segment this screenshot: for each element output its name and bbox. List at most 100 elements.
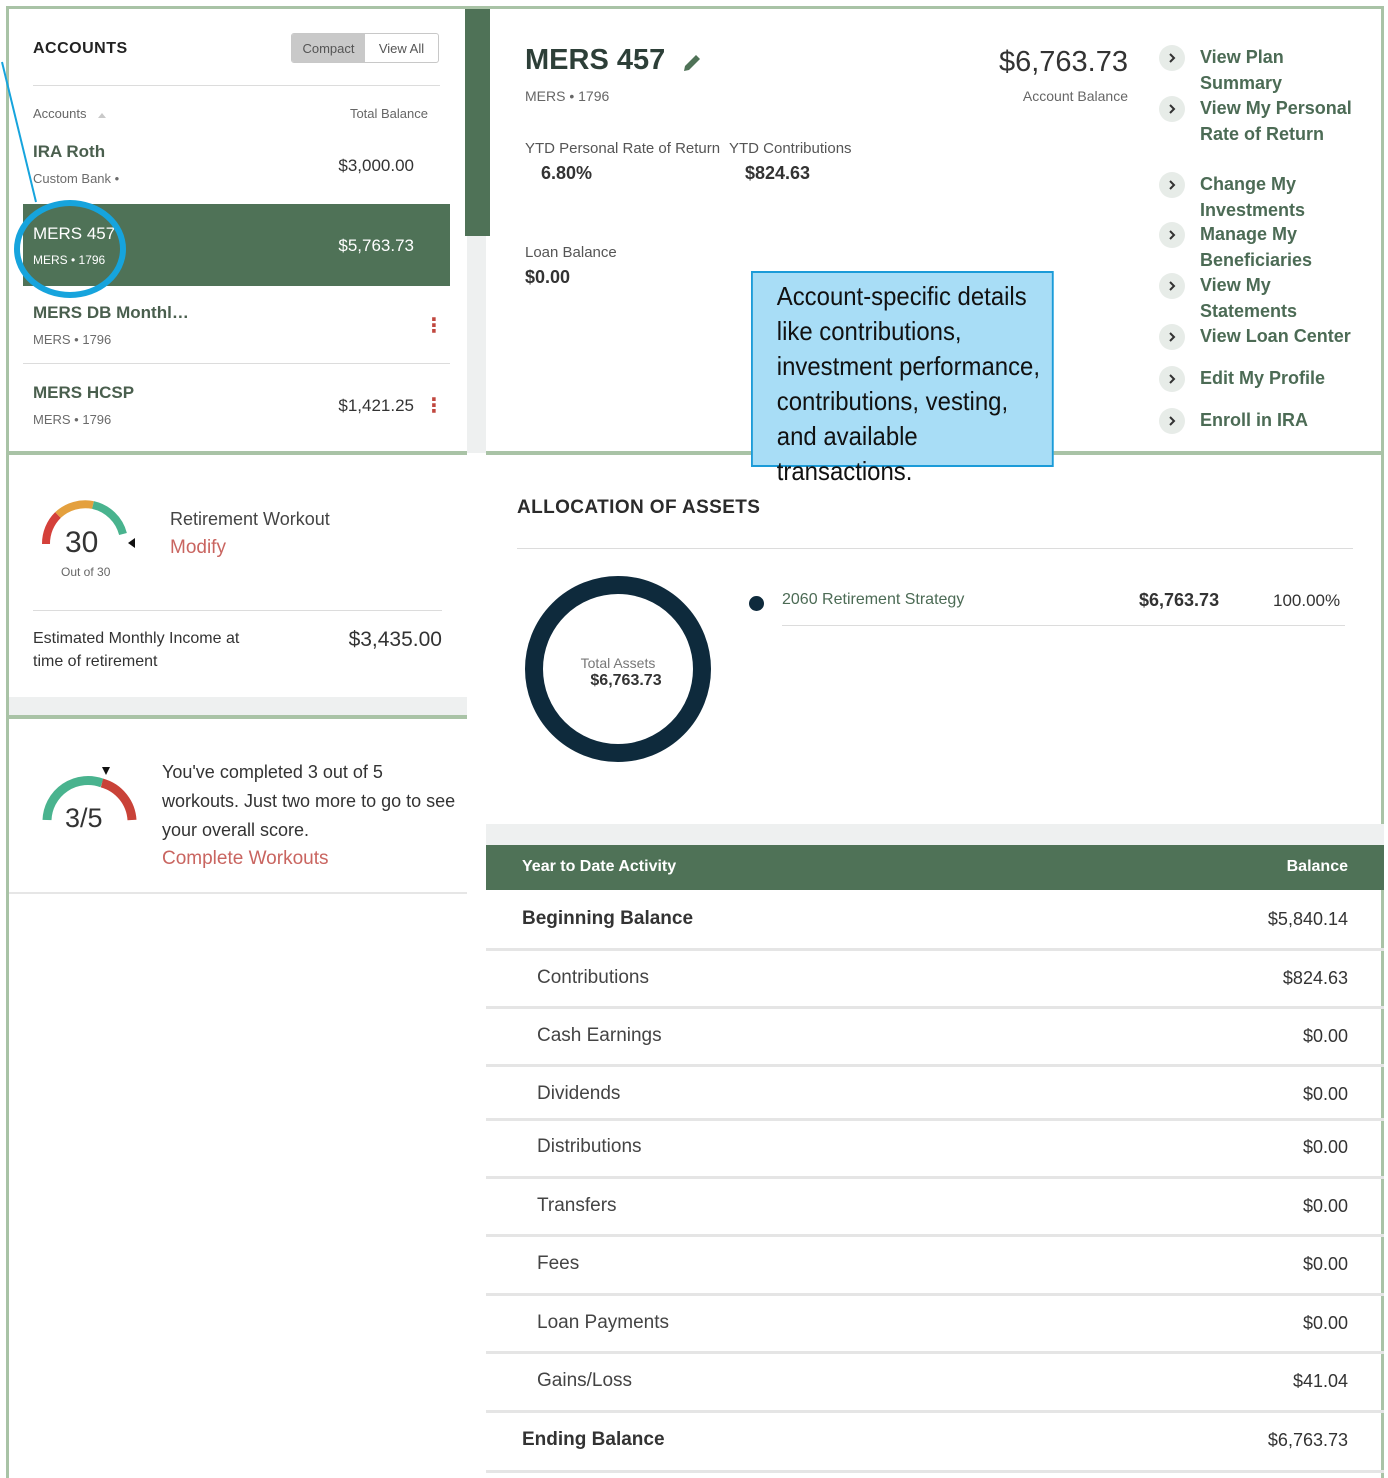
ytd-row-value: $0.00 [1302, 1313, 1348, 1333]
ytd-return-value: 6.80% [541, 163, 593, 183]
section-gap [486, 824, 1384, 845]
loan-balance-label: Loan Balance [525, 244, 617, 261]
ytd-row-value: $41.04 [1292, 1371, 1348, 1391]
workout-title: Retirement Workout [170, 509, 330, 529]
account-balance: $5,763.73 [338, 236, 414, 255]
ytd-row-value: $0.00 [1302, 1254, 1348, 1274]
modify-workout-link[interactable]: Modify [170, 537, 226, 559]
ytd-row-dividends: Dividends $0.00 [486, 1067, 1384, 1121]
account-balance-label: Account Balance [1022, 88, 1128, 104]
estimated-income-value: $3,435.00 [348, 628, 442, 651]
account-row-mers-hcsp[interactable]: MERS HCSP MERS • 1796 $1,421.25 ⋮ [23, 370, 450, 444]
ytd-row-ending-balance: Ending Balance $6,763.73 [486, 1413, 1384, 1473]
ytd-row-cash-earnings: Cash Earnings $0.00 [486, 1009, 1384, 1067]
account-balance: $1,421.25 [338, 396, 414, 415]
view-toggle: Compact View All [291, 33, 439, 63]
fund-name: 2060 Retirement Strategy [782, 591, 965, 608]
ytd-table-header: Year to Date Activity Balance [486, 845, 1384, 890]
workout-progress-fraction: 3/5 [65, 803, 103, 833]
link-label: Manage My Beneficiaries [1200, 224, 1313, 270]
compact-toggle-button[interactable]: Compact [292, 34, 365, 62]
ytd-row-label: Cash Earnings [537, 1025, 662, 1046]
workout-score: 30 [65, 526, 99, 559]
account-provider: Custom Bank • [33, 171, 120, 186]
more-options-icon[interactable]: ⋮ [424, 316, 444, 336]
ytd-row-label: Transfers [537, 1195, 617, 1216]
ytd-row-contributions: Contributions $824.63 [486, 951, 1384, 1009]
divider [9, 892, 467, 894]
workout-progress-message: You've completed 3 out of 5 workouts. Ju… [162, 762, 456, 840]
account-name: MERS DB Monthl… [33, 303, 189, 322]
divider [517, 548, 1353, 549]
link-label: Enroll in IRA [1200, 410, 1308, 430]
allocation-row[interactable]: 2060 Retirement Strategy $6,763.73 100.0… [749, 585, 1349, 627]
ytd-row-label: Dividends [537, 1083, 621, 1104]
chevron-right-icon [1159, 96, 1185, 122]
ytd-row-label: Fees [537, 1253, 580, 1274]
highlight-circle-annotation [14, 200, 126, 298]
donut-center-value: $6,763.73 [590, 672, 662, 689]
ytd-row-transfers: Transfers $0.00 [486, 1179, 1384, 1237]
complete-workouts-link[interactable]: Complete Workouts [162, 848, 329, 870]
ytd-row-label: Ending Balance [522, 1429, 665, 1450]
accounts-title: ACCOUNTS [33, 40, 128, 57]
account-name: IRA Roth [33, 142, 106, 161]
ytd-row-value: $0.00 [1302, 1137, 1348, 1157]
ytd-row-label: Beginning Balance [522, 908, 694, 929]
workout-score-caption: Out of 30 [61, 565, 111, 579]
link-label: Change My Investments [1200, 174, 1306, 220]
ytd-row-label: Gains/Loss [537, 1370, 633, 1391]
account-subtitle: MERS • 1796 [525, 88, 610, 104]
ytd-header-balance: Balance [1286, 858, 1348, 875]
chevron-right-icon [1159, 273, 1185, 299]
ytd-row-value: $5,840.14 [1267, 909, 1348, 929]
fund-amount: $6,763.73 [1139, 590, 1220, 610]
account-provider: MERS • 1796 [33, 332, 112, 347]
legend-dot-icon [749, 596, 764, 611]
chevron-right-icon [1159, 366, 1185, 392]
annotation-callout: Account-specific details like contributi… [751, 271, 1054, 486]
link-label: Edit My Profile [1200, 368, 1326, 388]
ytd-row-value: $0.00 [1302, 1026, 1348, 1046]
ytd-row-label: Distributions [537, 1136, 642, 1157]
account-row-mers-db[interactable]: MERS DB Monthl… MERS • 1796 ⋮ [23, 290, 450, 364]
section-divider [9, 451, 467, 455]
chevron-right-icon [1159, 408, 1185, 434]
link-label: View My Statements [1200, 275, 1298, 321]
total-balance-column-header: Total Balance [349, 106, 428, 121]
account-row-ira-roth[interactable]: IRA Roth Custom Bank • $3,000.00 [23, 136, 450, 200]
more-options-icon[interactable]: ⋮ [424, 396, 444, 416]
donut-center-label: Total Assets [580, 655, 656, 671]
ytd-row-distributions: Distributions $0.00 [486, 1121, 1384, 1179]
account-balance-value: $6,763.73 [998, 46, 1128, 78]
account-balance: $3,000.00 [338, 156, 414, 175]
ytd-row-value: $6,763.73 [1267, 1430, 1348, 1450]
chevron-right-icon [1159, 45, 1185, 71]
link-label: View Plan Summary [1200, 47, 1284, 93]
fund-percent: 100.00% [1273, 591, 1341, 610]
accounts-column-header[interactable]: Accounts [33, 106, 108, 121]
divider [33, 610, 442, 611]
column-label: Accounts [33, 106, 87, 121]
divider [782, 625, 1345, 626]
divider [33, 85, 440, 86]
account-title-text: MERS 457 [525, 44, 666, 76]
annotation-leader-line [1, 61, 37, 203]
account-name: MERS HCSP [33, 383, 135, 402]
ytd-row-loan-payments: Loan Payments $0.00 [486, 1296, 1384, 1354]
section-divider [9, 715, 467, 719]
link-label: View Loan Center [1200, 326, 1351, 346]
ytd-row-beginning-balance: Beginning Balance $5,840.14 [486, 890, 1384, 951]
account-provider: MERS • 1796 [33, 412, 112, 427]
edit-pencil-icon[interactable] [681, 52, 703, 74]
chevron-right-icon [1159, 324, 1185, 350]
ytd-row-gains-loss: Gains/Loss $41.04 [486, 1354, 1384, 1413]
chevron-right-icon [1159, 172, 1185, 198]
ytd-row-label: Contributions [537, 967, 649, 988]
ytd-row-fees: Fees $0.00 [486, 1237, 1384, 1296]
ytd-header-label: Year to Date Activity [522, 858, 677, 875]
sort-up-icon [98, 112, 107, 118]
ytd-return-label: YTD Personal Rate of Return [525, 140, 721, 157]
ytd-contributions-label: YTD Contributions [729, 140, 852, 157]
view-all-toggle-button[interactable]: View All [365, 34, 438, 62]
